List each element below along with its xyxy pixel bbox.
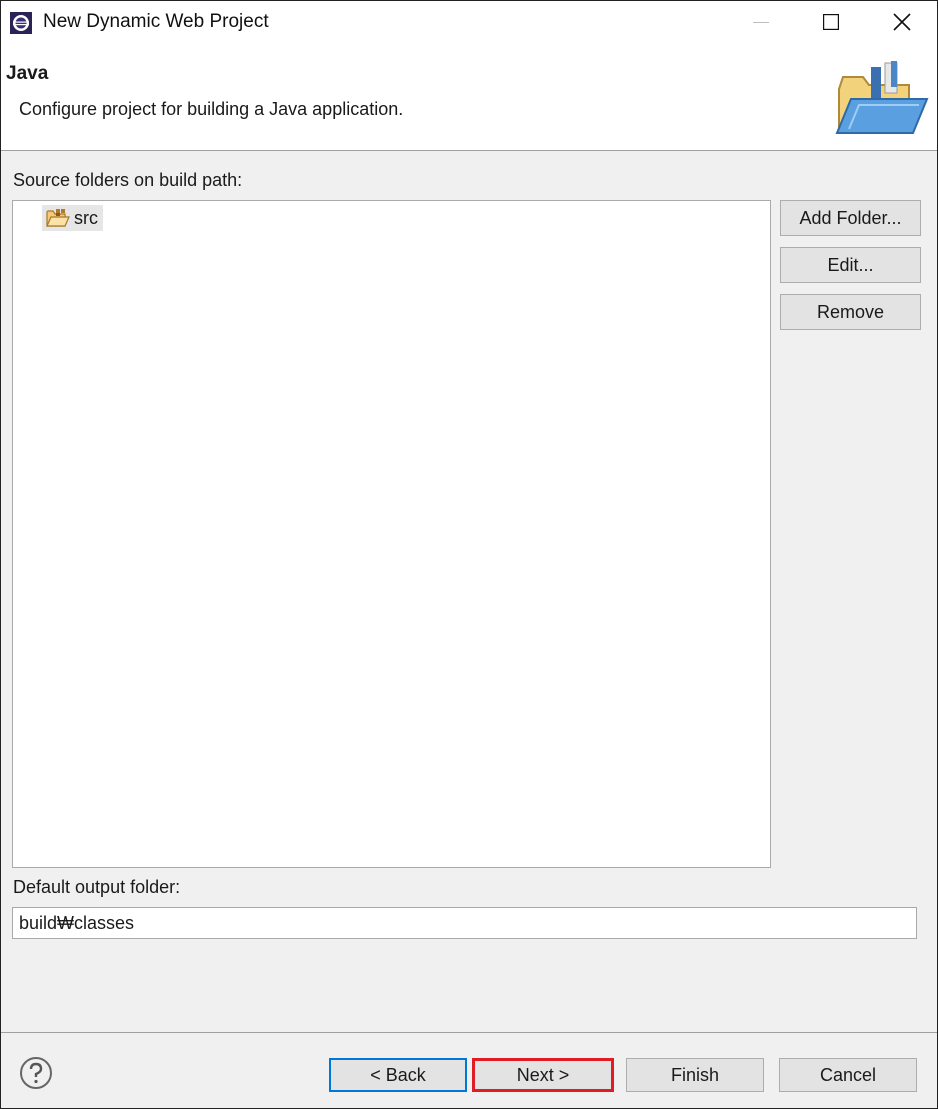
- window-title: New Dynamic Web Project: [43, 11, 269, 32]
- source-folder-icon: [46, 208, 70, 228]
- source-folders-tree[interactable]: src: [12, 200, 771, 868]
- cancel-button[interactable]: Cancel: [779, 1058, 917, 1092]
- page-description: Configure project for building a Java ap…: [19, 99, 404, 119]
- wizard-header: Java Configure project for building a Ja…: [1, 43, 937, 151]
- help-icon[interactable]: [19, 1056, 53, 1090]
- remove-button[interactable]: Remove: [780, 294, 921, 330]
- back-button[interactable]: < Back: [329, 1058, 467, 1092]
- edit-button[interactable]: Edit...: [780, 247, 921, 283]
- wizard-window: New Dynamic Web Project Java Configure p…: [0, 0, 938, 1109]
- title-bar: New Dynamic Web Project: [1, 1, 937, 43]
- close-button[interactable]: [867, 1, 937, 43]
- maximize-button[interactable]: [796, 1, 866, 43]
- finish-button[interactable]: Finish: [626, 1058, 764, 1092]
- tree-item-label: src: [74, 207, 98, 228]
- minimize-button[interactable]: [726, 1, 796, 43]
- java-project-folder-icon: [829, 59, 929, 139]
- eclipse-icon: [9, 11, 33, 35]
- tree-item-src[interactable]: src: [42, 205, 103, 231]
- footer-divider: [1, 1032, 937, 1033]
- page-title: Java: [6, 63, 49, 84]
- output-folder-input[interactable]: build₩classes: [12, 907, 917, 939]
- add-folder-button[interactable]: Add Folder...: [780, 200, 921, 236]
- next-button[interactable]: Next >: [472, 1058, 614, 1092]
- source-folders-label: Source folders on build path:: [13, 170, 243, 190]
- output-folder-label: Default output folder:: [13, 877, 181, 897]
